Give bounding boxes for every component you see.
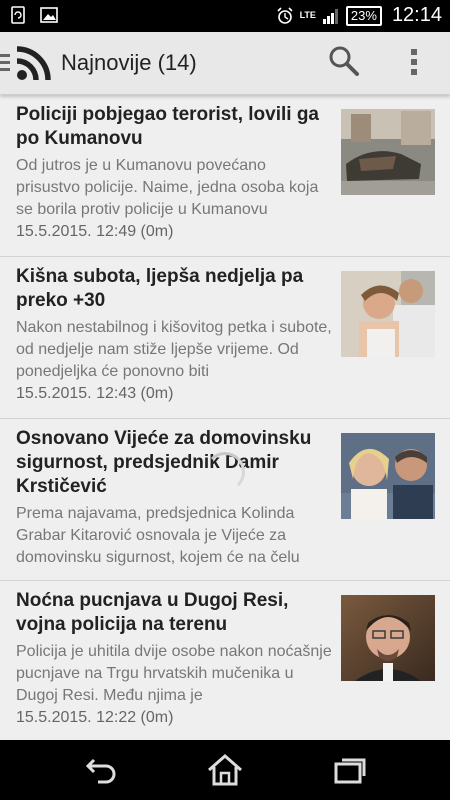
article-thumbnail	[341, 433, 435, 519]
article-summary: Nakon nestabilnog i kišovitog petka i su…	[16, 319, 332, 380]
article-title: Policiji pobjegao terorist, lovili ga po…	[16, 104, 319, 149]
home-icon[interactable]	[205, 752, 245, 788]
system-nav-bar	[0, 740, 450, 800]
article-date: 15.5.2015. 12:22 (0m)	[16, 709, 174, 726]
drawer-icon[interactable]	[0, 54, 10, 72]
page-title: Najnovije (14)	[61, 50, 197, 75]
article-thumbnail	[341, 109, 435, 195]
alarm-icon	[276, 6, 293, 24]
battery-indicator: 23%	[345, 5, 382, 26]
network-type: LTE	[299, 10, 316, 20]
back-icon[interactable]	[80, 752, 120, 788]
article-item-3[interactable]: Osnovano Vijeće za domovinsku sigurnost,…	[0, 419, 450, 581]
article-summary: Prema najavama, predsjednica Kolinda Gra…	[16, 505, 300, 566]
article-item-1[interactable]: Policiji pobjegao terorist, lovili ga po…	[0, 95, 450, 257]
article-item-2[interactable]: Kišna subota, ljepša nedjelja pa preko +…	[0, 257, 450, 419]
search-icon[interactable]	[328, 45, 360, 77]
status-bar: LTE 23% 12:14	[0, 0, 450, 32]
article-title: Noćna pucnjava u Dugoj Resi, vojna polic…	[16, 590, 289, 635]
article-date: 15.5.2015. 12:43 (0m)	[16, 385, 174, 402]
overflow-menu-icon[interactable]	[408, 46, 420, 78]
app-bar: Najnovije (14)	[0, 32, 450, 95]
article-thumbnail	[341, 595, 435, 681]
loading-spinner	[205, 452, 245, 492]
sync-screen-icon	[11, 6, 25, 24]
recent-apps-icon[interactable]	[330, 752, 370, 788]
rss-icon[interactable]	[14, 43, 54, 83]
image-icon	[40, 7, 58, 23]
article-summary: Policija je uhitila dvije osobe nakon no…	[16, 643, 332, 704]
article-item-4[interactable]: Noćna pucnjava u Dugoj Resi, vojna polic…	[0, 581, 450, 740]
clock: 12:14	[391, 4, 442, 26]
article-summary: Od jutros je u Kumanovu povećano prisust…	[16, 157, 319, 218]
signal-icon	[322, 8, 338, 24]
article-thumbnail	[341, 271, 435, 357]
article-date: 15.5.2015. 12:49 (0m)	[16, 223, 174, 240]
article-title: Osnovano Vijeće za domovinsku sigurnost,…	[16, 428, 312, 497]
article-title: Kišna subota, ljepša nedjelja pa preko +…	[16, 266, 304, 311]
article-list[interactable]: Policiji pobjegao terorist, lovili ga po…	[0, 95, 450, 740]
